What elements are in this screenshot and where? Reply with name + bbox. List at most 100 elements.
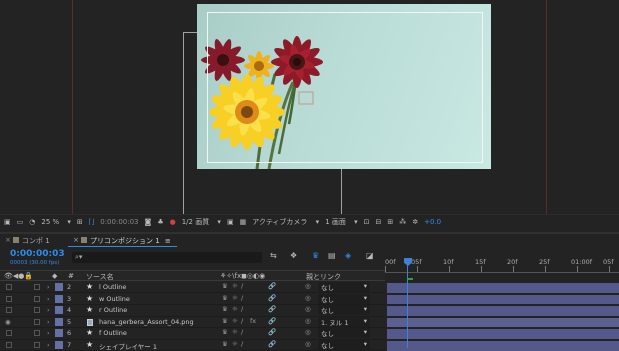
pickwhip-icon[interactable]: ◎ bbox=[305, 317, 311, 325]
visibility-toggle[interactable] bbox=[6, 342, 12, 348]
viewer-timecode[interactable]: 0:00:00:03 bbox=[100, 218, 138, 226]
chevron-right-icon[interactable]: › bbox=[47, 283, 50, 291]
camera-select[interactable]: アクティブカメラ ▾ bbox=[252, 217, 319, 227]
column-parent[interactable]: 親とリンク bbox=[306, 272, 341, 282]
composition-canvas[interactable] bbox=[197, 4, 491, 169]
transparency-icon[interactable]: ▦ bbox=[240, 218, 247, 226]
views-select[interactable]: 1 画面 ▾ bbox=[325, 217, 357, 227]
parent-select[interactable]: なし ▾ bbox=[318, 305, 370, 316]
panel-menu-icon[interactable]: ≡ bbox=[165, 237, 171, 245]
lock-toggle[interactable] bbox=[34, 307, 40, 314]
collapse-switch-icon[interactable]: ☼ bbox=[232, 328, 238, 336]
quality-switch-icon[interactable]: / bbox=[241, 328, 243, 336]
shy-switch-icon[interactable]: ♛ bbox=[222, 328, 228, 336]
chevron-right-icon[interactable]: › bbox=[47, 329, 50, 337]
composition-viewer[interactable] bbox=[0, 0, 619, 214]
label-color-swatch[interactable] bbox=[55, 306, 63, 315]
parent-select[interactable]: なし ▾ bbox=[318, 282, 370, 292]
comp-mini-flowchart-icon[interactable]: ⇆ bbox=[270, 251, 277, 260]
graph-editor-icon[interactable]: ◪ bbox=[366, 251, 374, 260]
resolution-select[interactable]: 1/2 画質 ▾ bbox=[182, 217, 221, 227]
quality-switch-icon[interactable]: / bbox=[241, 282, 243, 290]
color-icon[interactable]: ● bbox=[170, 218, 176, 226]
zoom-select[interactable]: 25 % ▾ bbox=[41, 218, 71, 226]
collapse-switch-icon[interactable]: ☼ bbox=[232, 305, 238, 313]
parent-select[interactable]: 1. ヌル 1 ▾ bbox=[318, 316, 370, 327]
playhead-line[interactable] bbox=[407, 264, 408, 348]
shy-switch-icon[interactable]: ♛ bbox=[222, 340, 228, 348]
pickwhip-icon[interactable]: ◎ bbox=[305, 340, 311, 348]
layer-row[interactable]: › 3 ★ w Outline ♛ ☼ / 🔗 ◎ なし ▾ bbox=[0, 293, 385, 305]
collapse-switch-icon[interactable]: ☼ bbox=[232, 340, 238, 348]
chevron-right-icon[interactable]: › bbox=[47, 306, 50, 314]
shy-switch-icon[interactable]: ♛ bbox=[222, 294, 228, 302]
pickwhip-icon[interactable]: ◎ bbox=[305, 305, 311, 313]
timeline-icon[interactable]: ⊟ bbox=[376, 218, 382, 226]
link-icon[interactable]: 🔗 bbox=[268, 294, 276, 302]
quality-switch-icon[interactable]: / bbox=[241, 317, 243, 325]
lock-toggle[interactable] bbox=[34, 284, 40, 290]
layer-duration-bar[interactable] bbox=[387, 317, 619, 328]
pickwhip-icon[interactable]: ◎ bbox=[305, 328, 311, 336]
visibility-toggle[interactable] bbox=[6, 295, 12, 302]
layer-row[interactable]: ◉ › 5 hana_gerbera_Assort_04.png ♛ ☼ / fx 🔗 ◎ 1. ヌ… bbox=[0, 316, 385, 329]
grid-icon[interactable]: ⊞ bbox=[77, 218, 83, 226]
shy-switch-icon[interactable]: ♛ bbox=[222, 282, 228, 290]
quality-switch-icon[interactable]: / bbox=[241, 340, 243, 348]
label-color-swatch[interactable] bbox=[55, 317, 63, 326]
visibility-toggle[interactable] bbox=[6, 307, 12, 314]
lock-toggle[interactable] bbox=[34, 318, 40, 325]
fast-preview-icon[interactable]: ⊡ bbox=[364, 218, 370, 226]
layer-name[interactable]: シェイプレイヤー 1 bbox=[99, 341, 157, 351]
label-color-swatch[interactable] bbox=[55, 294, 63, 303]
exposure-icon[interactable]: ✲ bbox=[412, 218, 418, 226]
quality-switch-icon[interactable]: / bbox=[241, 305, 243, 313]
shy-switch-icon[interactable]: ♛ bbox=[222, 317, 228, 325]
close-icon[interactable]: × bbox=[73, 236, 79, 244]
parent-select[interactable]: なし ▾ bbox=[318, 328, 370, 339]
layer-row[interactable]: › 7 ★ シェイプレイヤー 1 ♛ ☼ / 🔗 ◎ なし ▾ bbox=[0, 340, 385, 351]
tab-comp-1[interactable]: × コンポ 1 bbox=[0, 235, 56, 247]
exposure-value[interactable]: +0.0 bbox=[424, 218, 441, 226]
channel-icon[interactable]: ♣ bbox=[157, 218, 163, 226]
eye-icon[interactable]: ◉ bbox=[5, 318, 11, 326]
link-icon[interactable]: 🔗 bbox=[268, 328, 276, 336]
layer-name[interactable]: f Outline bbox=[99, 329, 127, 337]
link-icon[interactable]: 🔗 bbox=[268, 317, 276, 325]
share-icon[interactable]: ⁂ bbox=[399, 218, 406, 226]
layer-name[interactable]: w Outline bbox=[99, 295, 130, 303]
mask-icon[interactable]: ◔ bbox=[29, 218, 35, 226]
visibility-toggle[interactable] bbox=[6, 284, 12, 290]
link-icon[interactable]: 🔗 bbox=[268, 282, 276, 290]
parent-select[interactable]: なし ▾ bbox=[318, 293, 370, 304]
layer-duration-bar[interactable] bbox=[387, 283, 619, 293]
motion-blur-icon[interactable]: ◈ bbox=[345, 251, 351, 260]
tab-precomp-1[interactable]: × プリコンポジション 1 ≡ bbox=[68, 235, 177, 247]
time-ruler[interactable]: 00f 05f 10f 15f 20f 25f 01:00f 05f bbox=[385, 252, 619, 280]
parent-select[interactable]: なし ▾ bbox=[318, 340, 370, 350]
quality-switch-icon[interactable]: / bbox=[241, 294, 243, 302]
frame-blend-icon[interactable]: ▤ bbox=[328, 251, 336, 260]
visibility-toggle[interactable] bbox=[6, 330, 12, 337]
flowchart-icon[interactable]: ⊞ bbox=[387, 218, 393, 226]
pickwhip-icon[interactable]: ◎ bbox=[305, 282, 311, 290]
layer-row[interactable]: › 6 ★ f Outline ♛ ☼ / 🔗 ◎ なし ▾ bbox=[0, 328, 385, 340]
collapse-switch-icon[interactable]: ☼ bbox=[232, 282, 238, 290]
layer-name[interactable]: hana_gerbera_Assort_04.png bbox=[99, 318, 194, 326]
layer-name[interactable]: r Outline bbox=[99, 306, 127, 314]
layer-name[interactable]: l Outline bbox=[99, 283, 126, 291]
chevron-right-icon[interactable]: › bbox=[47, 295, 50, 303]
region-icon[interactable]: ⌈⌋ bbox=[89, 218, 94, 226]
collapse-switch-icon[interactable]: ☼ bbox=[232, 294, 238, 302]
close-icon[interactable]: × bbox=[5, 236, 11, 244]
monitor-icon[interactable]: ▭ bbox=[17, 218, 24, 226]
label-color-swatch[interactable] bbox=[55, 283, 63, 291]
camera-icon[interactable]: ◙ bbox=[145, 218, 152, 226]
lock-toggle[interactable] bbox=[34, 342, 40, 348]
snapshot-icon[interactable]: ▣ bbox=[4, 218, 11, 226]
label-color-swatch[interactable] bbox=[55, 329, 63, 338]
shy-icon[interactable]: ♛ bbox=[312, 251, 319, 260]
current-time[interactable]: 0:00:00:03 bbox=[10, 249, 65, 259]
draft-3d-icon[interactable]: ❖ bbox=[290, 251, 297, 260]
lock-toggle[interactable] bbox=[34, 295, 40, 302]
